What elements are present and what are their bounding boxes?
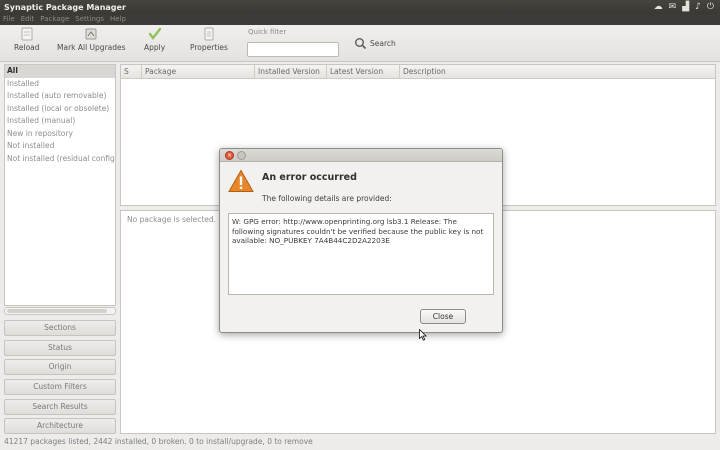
column-package[interactable]: Package [142,65,255,78]
filter-item[interactable]: Installed [5,78,115,91]
quick-filter-input[interactable] [247,42,339,57]
menu-file[interactable]: File [3,14,15,25]
quick-filter-label: Quick filter [248,28,287,36]
warning-icon [228,169,254,192]
apply-button[interactable]: Apply [144,27,165,52]
filter-item[interactable]: Not installed (residual config) [5,153,115,166]
error-dialog: × An error occurred The following detail… [219,148,503,333]
column-description[interactable]: Description [400,65,715,78]
volume-icon[interactable]: ♪ [695,1,701,13]
system-tray: ☁ ✉ ▟ ♪ ⏻ [654,1,714,13]
search-results-button[interactable]: Search Results [4,399,116,415]
mail-icon[interactable]: ✉ [669,1,677,13]
mouse-cursor-icon [419,329,427,341]
filter-item[interactable]: All [5,65,115,78]
cloud-icon[interactable]: ☁ [654,1,663,13]
close-button[interactable]: Close [420,309,466,324]
properties-button[interactable]: Properties [190,27,228,52]
column-status[interactable]: S [121,65,142,78]
filter-item[interactable]: Installed (auto removable) [5,90,115,103]
menu-package[interactable]: Package [40,14,69,25]
filter-item[interactable]: Installed (manual) [5,115,115,128]
properties-icon [204,27,214,41]
origin-button[interactable]: Origin [4,359,116,375]
upgrade-icon [85,28,97,40]
reload-icon [21,27,33,41]
menubar: File Edit Package Settings Help [0,14,720,25]
dialog-titlebar[interactable]: × [220,149,502,162]
filter-item[interactable]: Not installed [5,140,115,153]
session-icon[interactable]: ⏻ [707,1,714,13]
search-icon [355,38,367,50]
dialog-close-icon[interactable]: × [225,151,234,160]
top-panel: Synaptic Package Manager ☁ ✉ ▟ ♪ ⏻ [0,0,720,14]
dialog-subheading: The following details are provided: [262,194,392,203]
dialog-minimize-icon[interactable] [237,151,246,160]
sections-button[interactable]: Sections [4,320,116,336]
column-installed-version[interactable]: Installed Version [255,65,327,78]
app-title: Synaptic Package Manager [4,2,126,12]
custom-filters-button[interactable]: Custom Filters [4,379,116,395]
horizontal-scrollbar[interactable] [4,307,116,315]
error-details-text[interactable]: W: GPG error: http://www.openprinting.or… [228,213,494,295]
checkmark-icon [148,27,161,40]
column-latest-version[interactable]: Latest Version [327,65,400,78]
architecture-button[interactable]: Architecture [4,418,116,434]
dialog-heading: An error occurred [262,172,357,183]
mark-all-upgrades-button[interactable]: Mark All Upgrades [57,27,126,52]
menu-settings[interactable]: Settings [75,14,104,25]
table-header: S Package Installed Version Latest Versi… [121,65,715,79]
scrollbar-thumb[interactable] [7,309,107,313]
filter-item[interactable]: Installed (local or obsolete) [5,103,115,116]
no-selection-message: No package is selected. [127,215,217,224]
filter-list[interactable]: All Installed Installed (auto removable) In… [4,64,116,306]
status-bar: 41217 packages listed, 2442 installed, 0… [4,437,313,446]
search-button[interactable]: Search [354,37,396,50]
menu-help[interactable]: Help [110,14,126,25]
network-icon[interactable]: ▟ [682,1,689,13]
status-button[interactable]: Status [4,340,116,356]
reload-button[interactable]: Reload [14,27,40,52]
filter-item[interactable]: New in repository [5,128,115,141]
menu-edit[interactable]: Edit [21,14,35,25]
